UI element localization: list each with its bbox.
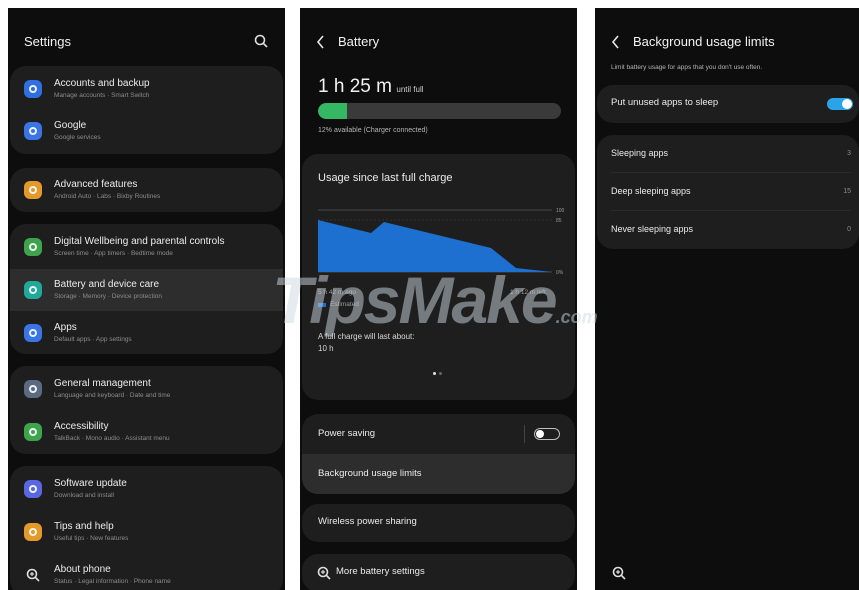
time-remaining-value: 1 h 25 m xyxy=(318,76,392,97)
never-sleeping-apps-label: Never sleeping apps xyxy=(611,224,694,234)
settings-item-general-management[interactable]: General management Language and keyboard… xyxy=(10,368,283,410)
item-title: Software update xyxy=(54,478,127,489)
more-settings-row[interactable]: More battery settings xyxy=(302,554,575,590)
page-title: Battery xyxy=(338,34,380,49)
settings-item-tips[interactable]: Tips and help Useful tips · New features xyxy=(10,511,283,553)
item-title: Advanced features xyxy=(54,179,138,190)
deep-sleeping-apps-row[interactable]: Deep sleeping apps 15 xyxy=(597,173,859,211)
item-title: Digital Wellbeing and parental controls xyxy=(54,236,225,247)
page-title: Settings xyxy=(24,34,71,49)
sliders-icon xyxy=(24,380,42,398)
settings-group-accounts: Accounts and backup Manage accounts · Sm… xyxy=(10,66,283,154)
background-limits-screen: Background usage limits Limit battery us… xyxy=(595,8,859,590)
settings-item-google[interactable]: Google Google services xyxy=(10,110,283,152)
sleeping-apps-count: 3 xyxy=(847,150,851,157)
time-remaining-suffix: until full xyxy=(396,85,424,94)
usage-title: Usage since last full charge xyxy=(318,172,453,184)
axis-label-85: 85 xyxy=(556,218,562,224)
wellbeing-icon xyxy=(24,238,42,256)
page-description: Limit battery usage for apps that you do… xyxy=(611,64,763,71)
deep-sleeping-apps-label: Deep sleeping apps xyxy=(611,186,691,196)
settings-item-apps[interactable]: Apps Default apps · App settings xyxy=(10,312,283,354)
watermark-text: TipsMake xyxy=(272,263,558,337)
settings-item-wellbeing[interactable]: Digital Wellbeing and parental controls … xyxy=(10,226,283,268)
sleep-lists-card: Sleeping apps 3 Deep sleeping apps 15 Ne… xyxy=(597,135,859,249)
settings-group-general: General management Language and keyboard… xyxy=(10,366,283,454)
item-subtitle: Manage accounts · Smart Switch xyxy=(54,92,150,99)
axis-label-100: 100 xyxy=(556,208,565,214)
item-subtitle: Useful tips · New features xyxy=(54,535,129,542)
accessibility-icon xyxy=(24,423,42,441)
item-title: General management xyxy=(54,378,151,389)
zoom-in-icon[interactable] xyxy=(24,566,42,584)
item-subtitle: Default apps · App settings xyxy=(54,336,132,343)
settings-item-battery[interactable]: Battery and device care Storage · Memory… xyxy=(10,269,283,311)
settings-item-advanced-features[interactable]: Advanced features Android Auto · Labs · … xyxy=(10,169,283,211)
more-settings-label: More battery settings xyxy=(336,566,425,577)
page-dot-active xyxy=(433,372,436,375)
item-title: Accessibility xyxy=(54,421,109,432)
apps-grid-icon xyxy=(24,324,42,342)
settings-group-advanced: Advanced features Android Auto · Labs · … xyxy=(10,168,283,212)
power-saving-label: Power saving xyxy=(318,428,376,439)
item-subtitle: Language and keyboard · Date and time xyxy=(54,392,171,399)
settings-group-wellbeing: Digital Wellbeing and parental controls … xyxy=(10,224,283,354)
put-to-sleep-toggle[interactable] xyxy=(827,98,853,110)
settings-item-accounts[interactable]: Accounts and backup Manage accounts · Sm… xyxy=(10,68,283,110)
item-subtitle: Screen time · App timers · Bedtime mode xyxy=(54,250,173,257)
back-arrow-icon[interactable] xyxy=(316,35,326,49)
battery-level-fill xyxy=(318,103,348,119)
sleeping-apps-row[interactable]: Sleeping apps 3 xyxy=(597,135,859,173)
put-to-sleep-label: Put unused apps to sleep xyxy=(611,97,719,108)
item-subtitle: Download and install xyxy=(54,492,114,499)
battery-level-bar xyxy=(318,103,561,119)
watermark-suffix: .com xyxy=(555,307,598,327)
search-icon[interactable] xyxy=(253,33,269,49)
update-icon xyxy=(24,480,42,498)
background-limits-row[interactable]: Background usage limits xyxy=(302,454,575,494)
item-title: Apps xyxy=(54,322,77,333)
item-title: Tips and help xyxy=(54,521,114,532)
item-title: About phone xyxy=(54,564,111,575)
power-saving-row[interactable]: Power saving xyxy=(302,416,575,452)
background-limits-label: Background usage limits xyxy=(318,468,422,479)
item-subtitle: Google services xyxy=(54,134,101,141)
never-sleeping-apps-count: 0 xyxy=(847,226,851,233)
divider xyxy=(524,425,525,443)
lightbulb-icon xyxy=(24,523,42,541)
deep-sleeping-apps-count: 15 xyxy=(843,188,851,195)
power-saving-toggle[interactable] xyxy=(534,428,560,440)
power-card: Power saving Background usage limits xyxy=(302,414,575,494)
settings-item-software-update[interactable]: Software update Download and install xyxy=(10,468,283,510)
watermark: TipsMake.com xyxy=(272,262,598,338)
time-remaining: 1 h 25 m until full xyxy=(318,76,424,98)
item-subtitle: Android Auto · Labs · Bixby Routines xyxy=(54,193,161,200)
put-to-sleep-row[interactable]: Put unused apps to sleep xyxy=(597,85,859,123)
battery-care-icon xyxy=(24,281,42,299)
google-icon xyxy=(24,122,42,140)
wireless-sharing-label: Wireless power sharing xyxy=(318,516,417,527)
settings-screen: Settings Accounts and backup Manage acco… xyxy=(8,8,285,590)
settings-item-accessibility[interactable]: Accessibility TalkBack · Mono audio · As… xyxy=(10,411,283,453)
page-title: Background usage limits xyxy=(633,34,775,49)
item-subtitle: TalkBack · Mono audio · Assistant menu xyxy=(54,435,170,442)
item-title: Google xyxy=(54,120,87,131)
item-subtitle: Storage · Memory · Device protection xyxy=(54,293,163,300)
battery-status: 12% available (Charger connected) xyxy=(318,127,428,134)
wireless-sharing-row[interactable]: Wireless power sharing xyxy=(302,504,575,542)
never-sleeping-apps-row[interactable]: Never sleeping apps 0 xyxy=(597,211,859,249)
star-gear-icon xyxy=(24,181,42,199)
item-title: Battery and device care xyxy=(54,279,160,290)
sync-icon xyxy=(24,80,42,98)
sleeping-apps-label: Sleeping apps xyxy=(611,148,669,158)
zoom-in-icon[interactable] xyxy=(316,565,332,581)
item-title: Accounts and backup xyxy=(54,78,150,89)
page-dot xyxy=(439,372,442,375)
settings-item-about-phone[interactable]: About phone Status · Legal information ·… xyxy=(10,554,283,590)
item-subtitle: Status · Legal information · Phone name xyxy=(54,578,171,585)
full-charge-value: 10 h xyxy=(318,344,334,353)
zoom-in-icon[interactable] xyxy=(611,565,627,581)
back-arrow-icon[interactable] xyxy=(611,35,621,49)
settings-group-support: Software update Download and install Tip… xyxy=(10,466,283,590)
